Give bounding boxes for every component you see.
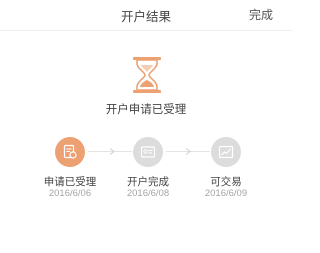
trade-chart-icon bbox=[218, 145, 234, 159]
step-opened-label: 开户完成 bbox=[127, 176, 169, 188]
step-tradable-icon bbox=[211, 137, 241, 167]
chevron-right-icon bbox=[109, 148, 115, 155]
hourglass-icon bbox=[133, 57, 161, 93]
chevron-right-icon bbox=[185, 148, 191, 155]
step-applied-date: 2016/6/06 bbox=[48, 188, 92, 199]
header-divider bbox=[0, 30, 292, 31]
navigation-bar: 开户结果 完成 bbox=[0, 0, 292, 30]
status-message: 开户申请已受理 bbox=[105, 102, 187, 116]
document-stamp-icon bbox=[63, 144, 77, 159]
step-opened-icon bbox=[133, 137, 163, 167]
step-tradable-label: 可交易 bbox=[210, 176, 242, 188]
step-applied-icon bbox=[55, 137, 85, 167]
done-button[interactable]: 完成 bbox=[249, 6, 273, 23]
step-tradable-date: 2016/6/09 bbox=[204, 188, 248, 199]
account-card-icon bbox=[140, 146, 156, 158]
step-opened-date: 2016/6/08 bbox=[126, 188, 170, 199]
step-applied-label: 申请已受理 bbox=[43, 176, 97, 188]
